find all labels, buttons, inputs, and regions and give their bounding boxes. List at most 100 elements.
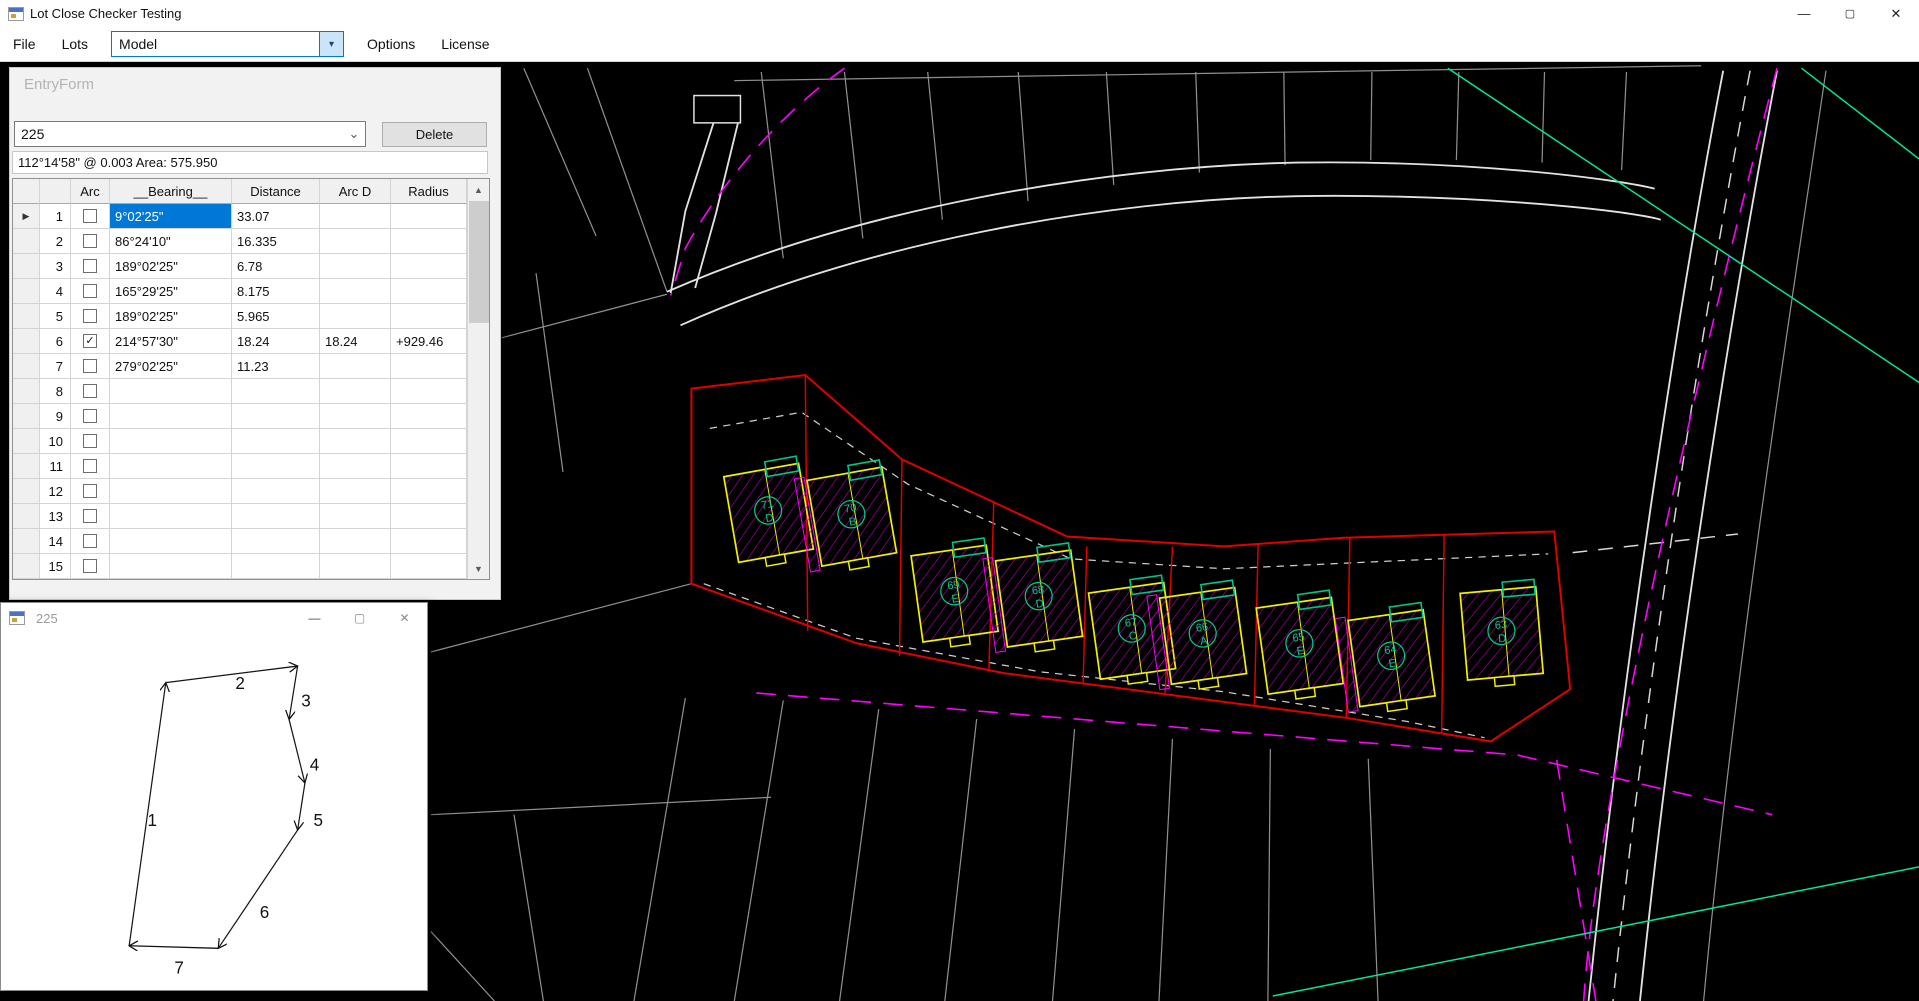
- row-number-cell[interactable]: 1: [40, 204, 71, 229]
- distance-cell[interactable]: 5.965: [232, 304, 320, 329]
- menu-options[interactable]: Options: [354, 27, 428, 61]
- radius-cell[interactable]: +929.46: [391, 329, 467, 354]
- arc-distance-cell[interactable]: [320, 454, 391, 479]
- arc-distance-cell[interactable]: [320, 229, 391, 254]
- radius-cell[interactable]: [391, 279, 467, 304]
- arc-checkbox[interactable]: [83, 384, 97, 398]
- grid-header-cell[interactable]: [40, 179, 71, 204]
- row-indicator-cell[interactable]: [13, 379, 40, 404]
- arc-checkbox-cell[interactable]: [71, 229, 110, 254]
- arc-distance-cell[interactable]: 18.24: [320, 329, 391, 354]
- arc-checkbox-cell[interactable]: [71, 254, 110, 279]
- row-number-cell[interactable]: 5: [40, 304, 71, 329]
- grid-scrollbar[interactable]: ▲ ▼: [467, 179, 489, 579]
- row-number-cell[interactable]: 9: [40, 404, 71, 429]
- radius-cell[interactable]: [391, 204, 467, 229]
- row-indicator-cell[interactable]: [13, 454, 40, 479]
- row-number-cell[interactable]: 12: [40, 479, 71, 504]
- bearing-cell[interactable]: 9°02'25": [110, 204, 232, 229]
- row-number-cell[interactable]: 8: [40, 379, 71, 404]
- distance-cell[interactable]: [232, 529, 320, 554]
- row-indicator-cell[interactable]: [13, 504, 40, 529]
- grid-header-cell[interactable]: Arc: [71, 179, 110, 204]
- arc-checkbox[interactable]: [83, 309, 97, 323]
- row-indicator-cell[interactable]: [13, 529, 40, 554]
- close-button[interactable]: ✕: [1873, 0, 1919, 27]
- grid-header-cell[interactable]: __Bearing__: [110, 179, 232, 204]
- bearing-cell[interactable]: [110, 529, 232, 554]
- bearing-cell[interactable]: 189°02'25": [110, 254, 232, 279]
- minimize-button[interactable]: —: [292, 603, 337, 633]
- distance-cell[interactable]: 6.78: [232, 254, 320, 279]
- row-indicator-cell[interactable]: [13, 254, 40, 279]
- arc-checkbox-cell[interactable]: [71, 304, 110, 329]
- arc-distance-cell[interactable]: [320, 254, 391, 279]
- arc-checkbox-cell[interactable]: [71, 379, 110, 404]
- row-indicator-cell[interactable]: [13, 479, 40, 504]
- row-number-cell[interactable]: 6: [40, 329, 71, 354]
- arc-distance-cell[interactable]: [320, 479, 391, 504]
- row-number-cell[interactable]: 11: [40, 454, 71, 479]
- lot-combobox[interactable]: 225 ⌄: [14, 121, 366, 147]
- arc-checkbox-cell[interactable]: [71, 279, 110, 304]
- scroll-up-icon[interactable]: ▲: [468, 179, 489, 200]
- arc-distance-cell[interactable]: [320, 554, 391, 579]
- grid-header-cell[interactable]: Radius: [391, 179, 467, 204]
- distance-cell[interactable]: 16.335: [232, 229, 320, 254]
- arc-distance-cell[interactable]: [320, 379, 391, 404]
- menu-file[interactable]: File: [0, 27, 49, 61]
- arc-distance-cell[interactable]: [320, 204, 391, 229]
- distance-cell[interactable]: 8.175: [232, 279, 320, 304]
- arc-distance-cell[interactable]: [320, 504, 391, 529]
- radius-cell[interactable]: [391, 504, 467, 529]
- arc-checkbox[interactable]: [83, 409, 97, 423]
- radius-cell[interactable]: [391, 379, 467, 404]
- row-number-cell[interactable]: 10: [40, 429, 71, 454]
- scrollbar-thumb[interactable]: [469, 201, 489, 323]
- maximize-button[interactable]: ▢: [1827, 0, 1873, 27]
- arc-checkbox[interactable]: [83, 434, 97, 448]
- arc-checkbox[interactable]: [83, 234, 97, 248]
- radius-cell[interactable]: [391, 429, 467, 454]
- bearing-cell[interactable]: [110, 504, 232, 529]
- combobox-dropdown-button[interactable]: ▾: [319, 32, 343, 56]
- bearing-cell[interactable]: [110, 554, 232, 579]
- row-number-cell[interactable]: 4: [40, 279, 71, 304]
- row-number-cell[interactable]: 14: [40, 529, 71, 554]
- distance-cell[interactable]: [232, 429, 320, 454]
- bearing-cell[interactable]: [110, 454, 232, 479]
- arc-checkbox-cell[interactable]: [71, 479, 110, 504]
- row-indicator-cell[interactable]: [13, 429, 40, 454]
- arc-checkbox-cell[interactable]: [71, 354, 110, 379]
- radius-cell[interactable]: [391, 354, 467, 379]
- radius-cell[interactable]: [391, 529, 467, 554]
- bearing-cell[interactable]: [110, 379, 232, 404]
- radius-cell[interactable]: [391, 254, 467, 279]
- arc-checkbox[interactable]: [83, 509, 97, 523]
- row-indicator-cell[interactable]: [13, 279, 40, 304]
- arc-checkbox[interactable]: [83, 209, 97, 223]
- view-combobox[interactable]: Model ▾: [111, 31, 344, 57]
- arc-checkbox[interactable]: [83, 284, 97, 298]
- distance-cell[interactable]: [232, 479, 320, 504]
- radius-cell[interactable]: [391, 554, 467, 579]
- arc-checkbox-cell[interactable]: [71, 504, 110, 529]
- row-number-cell[interactable]: 13: [40, 504, 71, 529]
- distance-cell[interactable]: [232, 504, 320, 529]
- radius-cell[interactable]: [391, 304, 467, 329]
- arc-distance-cell[interactable]: [320, 354, 391, 379]
- arc-checkbox[interactable]: [83, 534, 97, 548]
- grid-header-cell[interactable]: Arc D: [320, 179, 391, 204]
- radius-cell[interactable]: [391, 454, 467, 479]
- bearing-cell[interactable]: 189°02'25": [110, 304, 232, 329]
- arc-distance-cell[interactable]: [320, 529, 391, 554]
- arc-checkbox[interactable]: [83, 259, 97, 273]
- distance-cell[interactable]: 11.23: [232, 354, 320, 379]
- arc-checkbox-cell[interactable]: [71, 529, 110, 554]
- arc-checkbox[interactable]: ✓: [83, 334, 97, 348]
- arc-checkbox-cell[interactable]: ✓: [71, 329, 110, 354]
- menu-license[interactable]: License: [428, 27, 502, 61]
- bearing-cell[interactable]: [110, 479, 232, 504]
- arc-distance-cell[interactable]: [320, 279, 391, 304]
- arc-distance-cell[interactable]: [320, 304, 391, 329]
